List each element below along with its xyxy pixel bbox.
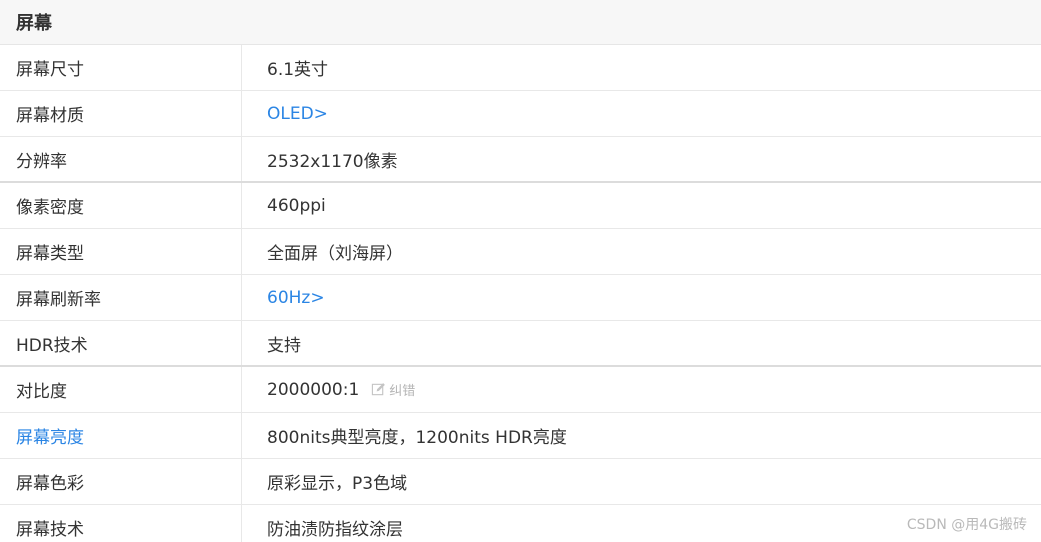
spec-row-screen-size: 屏幕尺寸 6.1英寸 [0,45,1041,91]
spec-label: 像素密度 [0,183,242,228]
spec-value: 2532x1170像素 [267,151,398,172]
spec-value: 6.1英寸 [267,60,329,80]
section-title: 屏幕 [16,13,52,34]
spec-label: 分辨率 [0,137,242,181]
spec-label: HDR技术 [0,321,242,365]
spec-label: 屏幕类型 [0,229,242,274]
correction-button[interactable]: 纠错 [371,380,415,399]
spec-table: 屏幕尺寸 6.1英寸 屏幕材质 OLED> 分辨率 2532x1170像素 像素… [0,45,1041,542]
refresh-rate-link[interactable]: 60Hz> [267,288,325,308]
spec-value: 460ppi [267,195,326,216]
spec-label: 屏幕刷新率 [0,275,242,320]
correction-label: 纠错 [389,384,416,399]
spec-row-color: 屏幕色彩 原彩显示，P3色域 [0,459,1041,505]
spec-value-cell: 60Hz> [242,275,1041,320]
spec-label: 屏幕技术 [0,505,242,542]
spec-value: 2000000:1 [267,379,360,400]
spec-value: 原彩显示，P3色域 [267,474,408,494]
spec-row-hdr: HDR技术 支持 [0,321,1041,367]
spec-value: 全面屏（刘海屏） [267,244,403,264]
spec-label: 屏幕尺寸 [0,45,242,90]
spec-value-cell: 2000000:1 纠错 [242,367,1041,412]
spec-label: 屏幕材质 [0,91,242,136]
watermark: CSDN @用4G搬砖 [906,517,1027,533]
spec-row-brightness: 屏幕亮度 800nits典型亮度，1200nits HDR亮度 [0,413,1041,459]
spec-row-refresh-rate: 屏幕刷新率 60Hz> [0,275,1041,321]
spec-label: 屏幕色彩 [0,459,242,504]
spec-row-pixel-density: 像素密度 460ppi [0,183,1041,229]
spec-row-screen-type: 屏幕类型 全面屏（刘海屏） [0,229,1041,275]
spec-row-screen-material: 屏幕材质 OLED> [0,91,1041,137]
spec-page: 屏幕 屏幕尺寸 6.1英寸 屏幕材质 OLED> 分辨率 2532x1170像素… [0,0,1041,542]
section-header: 屏幕 [0,0,1041,45]
spec-value: 800nits典型亮度，1200nits HDR亮度 [267,428,567,448]
spec-row-contrast: 对比度 2000000:1 纠错 [0,367,1041,413]
spec-value-cell: OLED> [242,91,1041,136]
oled-link[interactable]: OLED> [267,104,328,124]
spec-row-technology: 屏幕技术 防油渍防指纹涂层 [0,505,1041,542]
spec-row-resolution: 分辨率 2532x1170像素 [0,137,1041,183]
brightness-label-link[interactable]: 屏幕亮度 [0,413,242,458]
spec-label: 对比度 [0,367,242,412]
edit-icon [372,383,386,396]
spec-value: 支持 [267,335,301,356]
